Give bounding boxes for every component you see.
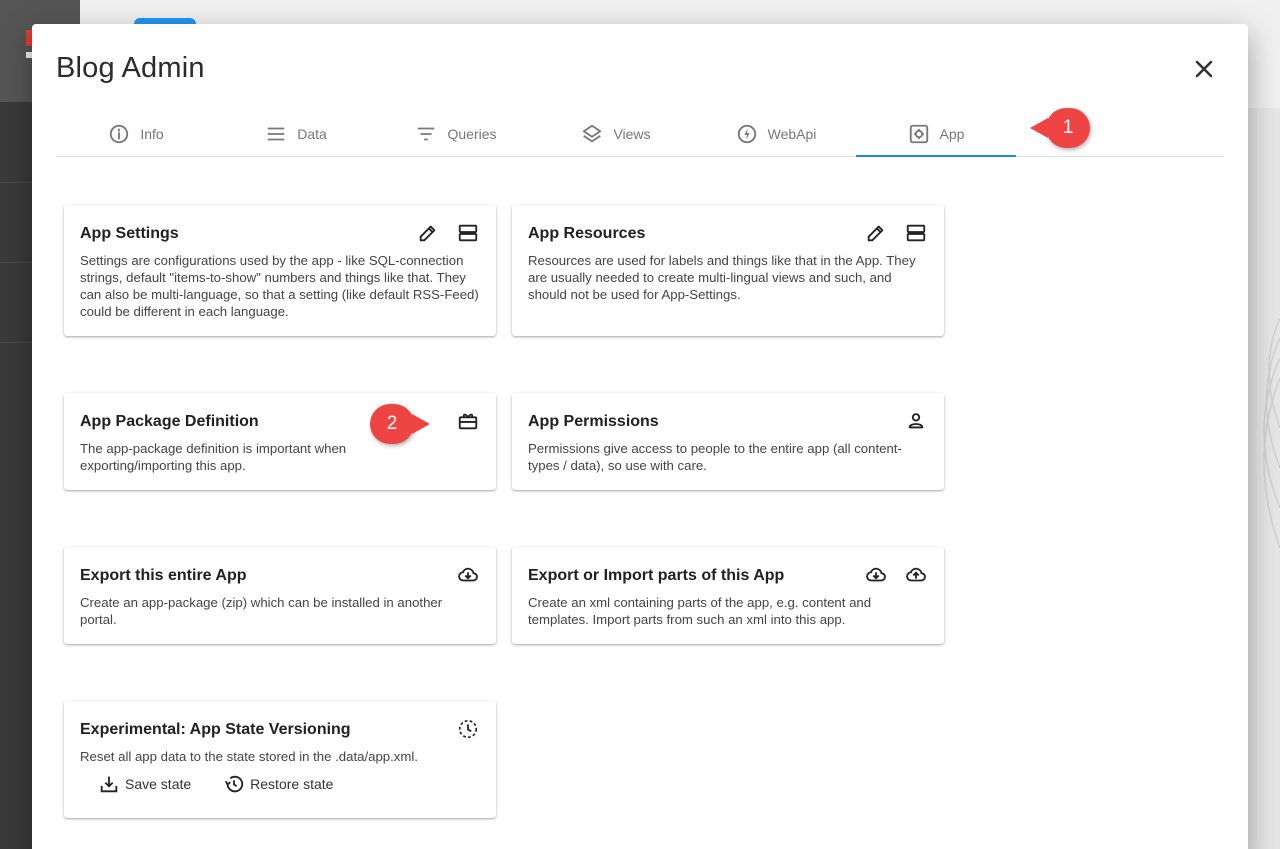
card-description: Settings are configurations used by the … xyxy=(80,253,479,319)
card-actions xyxy=(456,563,480,587)
info-icon xyxy=(110,124,129,144)
tab-label: App xyxy=(939,126,965,142)
card-title: App Permissions xyxy=(528,413,659,430)
cloud-upload-icon xyxy=(906,567,926,582)
history-icon xyxy=(225,775,244,793)
app-settings-card: App Settings Settings are configurations… xyxy=(64,205,496,336)
pencil-icon xyxy=(419,225,436,242)
package-definition-button[interactable] xyxy=(456,409,480,433)
import-parts-button[interactable] xyxy=(904,563,928,587)
permissions-button[interactable] xyxy=(904,409,928,433)
app-permissions-card: App Permissions Permissions give access … xyxy=(512,393,944,490)
tab-label: Views xyxy=(613,126,651,142)
settings-app-icon xyxy=(909,124,928,144)
card-giftcard-icon xyxy=(458,413,478,430)
close-button[interactable] xyxy=(1190,55,1218,83)
annotation-callout-1: 1 xyxy=(1030,108,1090,148)
card-description: Create an xml containing parts of the ap… xyxy=(528,595,872,627)
tab-info[interactable]: Info xyxy=(56,112,216,156)
clock-dashed-icon xyxy=(458,719,478,739)
card-description: The app-package definition is important … xyxy=(80,441,347,473)
card-title: Experimental: App State Versioning xyxy=(80,721,351,738)
restore-state-label: Restore state xyxy=(250,776,334,792)
tab-label: Info xyxy=(140,126,164,142)
storage-icon xyxy=(458,224,478,242)
download-icon xyxy=(100,776,118,793)
tab-label: WebApi xyxy=(767,126,817,142)
restore-state-button[interactable]: Restore state xyxy=(223,773,333,795)
annotation-callout-2: 2 xyxy=(370,404,430,444)
edit-settings-button[interactable] xyxy=(416,221,440,245)
card-title: Export this entire App xyxy=(80,567,247,584)
tab-data[interactable]: Data xyxy=(216,112,376,156)
filter-icon xyxy=(418,127,435,141)
tab-queries[interactable]: Queries xyxy=(376,112,536,156)
menu-lines-icon xyxy=(267,127,285,141)
tab-label: Queries xyxy=(447,126,497,142)
card-actions xyxy=(456,409,480,433)
close-icon xyxy=(1195,60,1213,78)
app-state-versioning-card: Experimental: App State Versioning Reset… xyxy=(64,701,496,818)
data-settings-button[interactable] xyxy=(456,221,480,245)
card-description: Resources are used for labels and things… xyxy=(528,253,916,302)
export-parts-button[interactable] xyxy=(864,563,888,587)
tab-views[interactable]: Views xyxy=(536,112,696,156)
background-right-panel xyxy=(1248,108,1280,849)
tab-label: Data xyxy=(297,126,327,142)
layers-icon xyxy=(583,124,602,143)
cloud-download-icon xyxy=(866,567,886,582)
lightning-icon xyxy=(737,124,756,144)
edit-resources-button[interactable] xyxy=(864,221,888,245)
cloud-download-icon xyxy=(458,567,478,582)
card-actions xyxy=(456,717,480,741)
card-description: Reset all app data to the state stored i… xyxy=(80,749,418,764)
export-import-parts-card: Export or Import parts of this App Creat… xyxy=(512,547,944,644)
pencil-icon xyxy=(867,225,884,242)
dialog-title: Blog Admin xyxy=(56,52,205,84)
app-resources-card: App Resources Resources are used for lab… xyxy=(512,205,944,336)
data-resources-button[interactable] xyxy=(904,221,928,245)
tab-app[interactable]: App xyxy=(856,112,1016,157)
card-actions xyxy=(416,221,480,245)
state-actions: Save state Restore state xyxy=(80,773,480,795)
app-package-card: App Package Definition The app-package d… xyxy=(64,393,496,490)
background-swirl-decoration xyxy=(1263,317,1280,549)
person-icon xyxy=(908,413,924,429)
export-app-button[interactable] xyxy=(456,563,480,587)
card-description: Create an app-package (zip) which can be… xyxy=(80,595,443,627)
export-app-card: Export this entire App Create an app-pac… xyxy=(64,547,496,644)
card-description: Permissions give access to people to the… xyxy=(528,441,902,473)
save-state-label: Save state xyxy=(125,776,192,792)
card-actions xyxy=(864,221,928,245)
versioning-button[interactable] xyxy=(456,717,480,741)
card-actions xyxy=(864,563,928,587)
tab-webapi[interactable]: WebApi xyxy=(696,112,856,156)
storage-icon xyxy=(906,224,926,242)
save-state-button[interactable]: Save state xyxy=(98,773,191,795)
card-actions xyxy=(904,409,928,433)
